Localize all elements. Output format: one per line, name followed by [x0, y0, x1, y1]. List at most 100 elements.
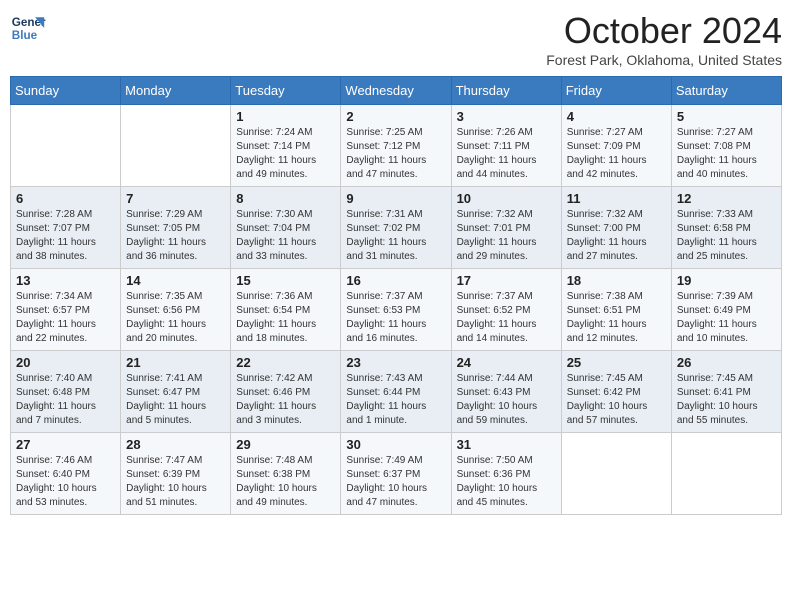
- day-number: 29: [236, 437, 335, 452]
- day-number: 27: [16, 437, 115, 452]
- cell-info: Sunrise: 7:32 AM Sunset: 7:00 PM Dayligh…: [567, 208, 666, 264]
- calendar-cell: 5Sunrise: 7:27 AM Sunset: 7:08 PM Daylig…: [671, 105, 781, 187]
- cell-info: Sunrise: 7:47 AM Sunset: 6:39 PM Dayligh…: [126, 454, 225, 510]
- calendar-cell: 2 Sunrise: 7:25 AM Sunset: 7:12 PM Daylig…: [341, 105, 451, 187]
- day-number: 24: [457, 355, 556, 370]
- calendar-cell: 14 Sunrise: 7:35 AM Sunset: 6:56 PM Dayli…: [121, 269, 231, 351]
- day-number: 6: [16, 191, 115, 206]
- svg-text:Blue: Blue: [12, 29, 38, 42]
- cell-info: Sunrise: 7:36 AM Sunset: 6:54 PM Dayligh…: [236, 290, 335, 346]
- cell-info: Sunrise: 7:49 AM Sunset: 6:37 PM Dayligh…: [346, 454, 445, 510]
- day-number: 18: [567, 273, 666, 288]
- cell-info: Sunrise: 7:37 AM Sunset: 6:53 PM Dayligh…: [346, 290, 445, 346]
- day-headers-row: SundayMondayTuesdayWednesdayThursdayFrid…: [11, 77, 782, 105]
- day-number: 15: [236, 273, 335, 288]
- day-number: 19: [677, 273, 776, 288]
- calendar-cell: 3Sunrise: 7:26 AM Sunset: 7:11 PM Daylig…: [451, 105, 561, 187]
- calendar-cell: 27Sunrise: 7:46 AM Sunset: 6:40 PM Dayli…: [11, 433, 121, 515]
- cell-info: Sunrise: 7:33 AM Sunset: 6:58 PM Dayligh…: [677, 208, 776, 264]
- day-number: 8: [236, 191, 335, 206]
- day-number: 3: [457, 109, 556, 124]
- cell-info: Sunrise: 7:41 AM Sunset: 6:47 PM Dayligh…: [126, 372, 225, 428]
- cell-info: Sunrise: 7:45 AM Sunset: 6:41 PM Dayligh…: [677, 372, 776, 428]
- cell-info: Sunrise: 7:29 AM Sunset: 7:05 PM Dayligh…: [126, 208, 225, 264]
- day-number: 4: [567, 109, 666, 124]
- title-block: October 2024 Forest Park, Oklahoma, Unit…: [546, 10, 782, 68]
- location-title: Forest Park, Oklahoma, United States: [546, 52, 782, 68]
- cell-info: Sunrise: 7:31 AM Sunset: 7:02 PM Dayligh…: [346, 208, 445, 264]
- cell-info: Sunrise: 7:37 AM Sunset: 6:52 PM Dayligh…: [457, 290, 556, 346]
- week-row-1: 1Sunrise: 7:24 AM Sunset: 7:14 PM Daylig…: [11, 105, 782, 187]
- cell-info: Sunrise: 7:30 AM Sunset: 7:04 PM Dayligh…: [236, 208, 335, 264]
- calendar-table: SundayMondayTuesdayWednesdayThursdayFrid…: [10, 76, 782, 515]
- day-number: 21: [126, 355, 225, 370]
- day-number: 26: [677, 355, 776, 370]
- calendar-cell: 21 Sunrise: 7:41 AM Sunset: 6:47 PM Dayli…: [121, 351, 231, 433]
- calendar-cell: 16 Sunrise: 7:37 AM Sunset: 6:53 PM Dayli…: [341, 269, 451, 351]
- calendar-cell: 25 Sunrise: 7:45 AM Sunset: 6:42 PM Dayli…: [561, 351, 671, 433]
- day-header-thursday: Thursday: [451, 77, 561, 105]
- cell-info: Sunrise: 7:44 AM Sunset: 6:43 PM Dayligh…: [457, 372, 556, 428]
- calendar-cell: 7 Sunrise: 7:29 AM Sunset: 7:05 PM Daylig…: [121, 187, 231, 269]
- cell-info: Sunrise: 7:39 AM Sunset: 6:49 PM Dayligh…: [677, 290, 776, 346]
- cell-info: Sunrise: 7:28 AM Sunset: 7:07 PM Dayligh…: [16, 208, 115, 264]
- calendar-cell: [561, 433, 671, 515]
- calendar-cell: 19 Sunrise: 7:39 AM Sunset: 6:49 PM Dayli…: [671, 269, 781, 351]
- day-number: 22: [236, 355, 335, 370]
- calendar-cell: 20 Sunrise: 7:40 AM Sunset: 6:48 PM Dayli…: [11, 351, 121, 433]
- cell-info: Sunrise: 7:35 AM Sunset: 6:56 PM Dayligh…: [126, 290, 225, 346]
- day-number: 17: [457, 273, 556, 288]
- calendar-cell: 15 Sunrise: 7:36 AM Sunset: 6:54 PM Dayli…: [231, 269, 341, 351]
- calendar-cell: 4 Sunrise: 7:27 AM Sunset: 7:09 PM Daylig…: [561, 105, 671, 187]
- calendar-cell: 23 Sunrise: 7:43 AM Sunset: 6:44 PM Dayli…: [341, 351, 451, 433]
- calendar-cell: 10Sunrise: 7:32 AM Sunset: 7:01 PM Dayli…: [451, 187, 561, 269]
- calendar-cell: 13Sunrise: 7:34 AM Sunset: 6:57 PM Dayli…: [11, 269, 121, 351]
- cell-info: Sunrise: 7:25 AM Sunset: 7:12 PM Dayligh…: [346, 126, 445, 182]
- day-header-tuesday: Tuesday: [231, 77, 341, 105]
- day-number: 10: [457, 191, 556, 206]
- cell-info: Sunrise: 7:40 AM Sunset: 6:48 PM Dayligh…: [16, 372, 115, 428]
- day-number: 30: [346, 437, 445, 452]
- calendar-cell: 1Sunrise: 7:24 AM Sunset: 7:14 PM Daylig…: [231, 105, 341, 187]
- day-number: 23: [346, 355, 445, 370]
- week-row-5: 27Sunrise: 7:46 AM Sunset: 6:40 PM Dayli…: [11, 433, 782, 515]
- calendar-cell: 29 Sunrise: 7:48 AM Sunset: 6:38 PM Dayli…: [231, 433, 341, 515]
- cell-info: Sunrise: 7:48 AM Sunset: 6:38 PM Dayligh…: [236, 454, 335, 510]
- day-number: 16: [346, 273, 445, 288]
- cell-info: Sunrise: 7:34 AM Sunset: 6:57 PM Dayligh…: [16, 290, 115, 346]
- cell-info: Sunrise: 7:42 AM Sunset: 6:46 PM Dayligh…: [236, 372, 335, 428]
- calendar-cell: [121, 105, 231, 187]
- day-header-friday: Friday: [561, 77, 671, 105]
- month-title: October 2024: [546, 10, 782, 52]
- day-number: 12: [677, 191, 776, 206]
- day-number: 25: [567, 355, 666, 370]
- calendar-cell: 8 Sunrise: 7:30 AM Sunset: 7:04 PM Daylig…: [231, 187, 341, 269]
- cell-info: Sunrise: 7:45 AM Sunset: 6:42 PM Dayligh…: [567, 372, 666, 428]
- cell-info: Sunrise: 7:38 AM Sunset: 6:51 PM Dayligh…: [567, 290, 666, 346]
- day-number: 20: [16, 355, 115, 370]
- cell-info: Sunrise: 7:50 AM Sunset: 6:36 PM Dayligh…: [457, 454, 556, 510]
- day-number: 31: [457, 437, 556, 452]
- day-header-monday: Monday: [121, 77, 231, 105]
- day-header-saturday: Saturday: [671, 77, 781, 105]
- calendar-cell: 17 Sunrise: 7:37 AM Sunset: 6:52 PM Dayli…: [451, 269, 561, 351]
- calendar-cell: 24 Sunrise: 7:44 AM Sunset: 6:43 PM Dayli…: [451, 351, 561, 433]
- day-number: 14: [126, 273, 225, 288]
- cell-info: Sunrise: 7:27 AM Sunset: 7:09 PM Dayligh…: [567, 126, 666, 182]
- day-number: 2: [346, 109, 445, 124]
- day-number: 7: [126, 191, 225, 206]
- day-number: 5: [677, 109, 776, 124]
- week-row-3: 13Sunrise: 7:34 AM Sunset: 6:57 PM Dayli…: [11, 269, 782, 351]
- calendar-cell: 6 Sunrise: 7:28 AM Sunset: 7:07 PM Daylig…: [11, 187, 121, 269]
- calendar-cell: 30 Sunrise: 7:49 AM Sunset: 6:37 PM Dayli…: [341, 433, 451, 515]
- cell-info: Sunrise: 7:24 AM Sunset: 7:14 PM Dayligh…: [236, 126, 335, 182]
- day-number: 9: [346, 191, 445, 206]
- week-row-4: 20 Sunrise: 7:40 AM Sunset: 6:48 PM Dayli…: [11, 351, 782, 433]
- day-number: 28: [126, 437, 225, 452]
- cell-info: Sunrise: 7:43 AM Sunset: 6:44 PM Dayligh…: [346, 372, 445, 428]
- calendar-cell: 18 Sunrise: 7:38 AM Sunset: 6:51 PM Dayli…: [561, 269, 671, 351]
- calendar-cell: [11, 105, 121, 187]
- week-row-2: 6 Sunrise: 7:28 AM Sunset: 7:07 PM Daylig…: [11, 187, 782, 269]
- calendar-cell: 31 Sunrise: 7:50 AM Sunset: 6:36 PM Dayli…: [451, 433, 561, 515]
- calendar-cell: [671, 433, 781, 515]
